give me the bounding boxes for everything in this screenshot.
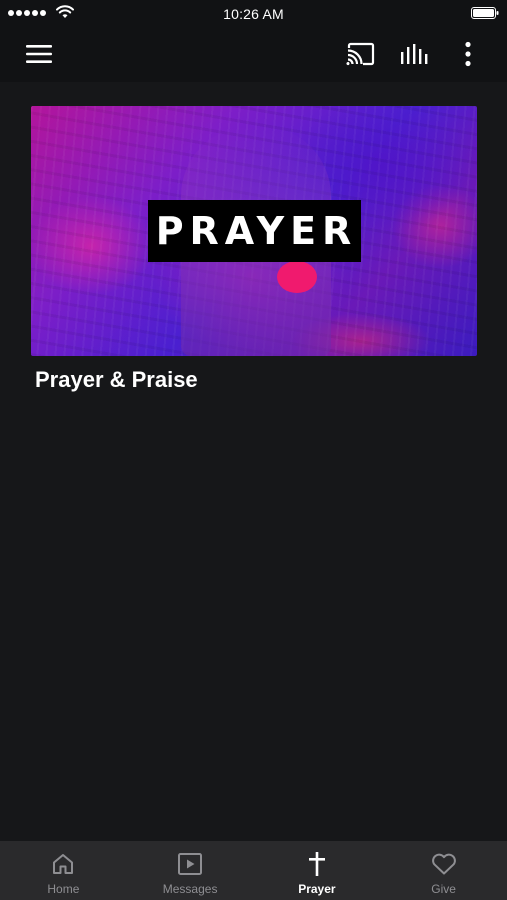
tab-home-label: Home <box>47 882 80 896</box>
menu-button[interactable] <box>18 36 60 72</box>
heart-icon <box>431 853 456 875</box>
more-vertical-icon <box>465 41 471 67</box>
more-options-button[interactable] <box>452 36 484 72</box>
cast-button[interactable] <box>340 36 382 72</box>
card-image-text: PRAYER <box>155 209 358 253</box>
hamburger-menu-icon <box>26 45 52 63</box>
cross-icon <box>308 852 325 876</box>
home-icon <box>53 854 74 874</box>
app-screen: 10:26 AM PRAYER Prayer & Praise Home Mes… <box>0 0 507 900</box>
play-square-icon <box>178 853 203 875</box>
audio-button[interactable] <box>394 36 436 72</box>
tab-messages-label: Messages <box>162 882 218 896</box>
tab-home[interactable]: Home <box>0 841 127 900</box>
tab-bar: Home Messages Prayer Give <box>0 841 507 900</box>
status-time: 10:26 AM <box>223 6 284 22</box>
app-bar <box>0 28 507 82</box>
status-bar: 10:26 AM <box>0 0 507 28</box>
equalizer-icon <box>401 44 428 64</box>
tab-prayer[interactable]: Prayer <box>254 841 381 900</box>
tab-prayer-label: Prayer <box>298 882 336 896</box>
tab-give[interactable]: Give <box>380 841 507 900</box>
tab-messages[interactable]: Messages <box>127 841 254 900</box>
card-title[interactable]: Prayer & Praise <box>35 367 198 393</box>
cast-icon <box>346 42 375 66</box>
prayer-card-image[interactable]: PRAYER <box>31 106 477 356</box>
card-image-label: PRAYER <box>148 200 361 262</box>
battery-icon <box>471 7 499 19</box>
tab-give-label: Give <box>431 882 456 896</box>
